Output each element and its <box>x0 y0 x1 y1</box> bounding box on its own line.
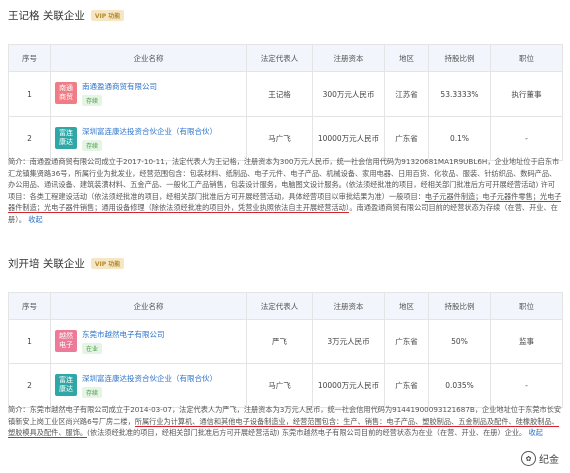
region-cell: 广东省 <box>384 363 429 408</box>
col-header-share: 持股比例 <box>428 44 491 72</box>
company-logo: 南通 商贸 <box>55 82 77 104</box>
company-name-link[interactable]: 东莞市越然电子有限公司 <box>82 330 165 340</box>
col-header-position: 职位 <box>490 292 563 320</box>
section1-table: 序号 企业名称 法定代表人 注册资本 地区 持股比例 职位 1 南通 商贸 南通… <box>8 44 563 161</box>
table-row: 2 富连 康达 深圳富连康达投资合伙企业（有限合伙） 存续 马广飞 10000万… <box>8 363 563 408</box>
col-header-rep: 法定代表人 <box>246 292 313 320</box>
col-header-region: 地区 <box>384 292 429 320</box>
section2-title: 刘开培 关联企业 <box>8 258 85 270</box>
section1-title: 王记格 关联企业 <box>8 10 85 22</box>
company-cell: 富连 康达 深圳富连康达投资合伙企业（有限合伙） 存续 <box>50 116 247 161</box>
row-index: 1 <box>8 71 51 117</box>
company-logo: 越然 电子 <box>55 329 77 352</box>
table-header-row: 序号 企业名称 法定代表人 注册资本 地区 持股比例 职位 <box>8 292 563 320</box>
col-header-capital: 注册资本 <box>312 44 385 72</box>
vip-label: VIP 功能 <box>94 13 121 20</box>
row-index: 2 <box>8 363 51 408</box>
legal-rep-link[interactable]: 王记格 <box>246 71 313 117</box>
company-name-link[interactable]: 南通盈通商贸有限公司 <box>82 82 157 92</box>
col-header-position: 职位 <box>490 44 563 72</box>
collapse-link[interactable]: 收起 <box>529 428 543 437</box>
company-name-link[interactable]: 深圳富连康达投资合伙企业（有限合伙） <box>82 374 217 384</box>
table-row: 1 南通 商贸 南通盈通商贸有限公司 存续 王记格 300万元人民币 江苏省 5… <box>8 71 563 117</box>
share-cell: 0.035% <box>428 363 491 408</box>
watermark: ✿ 纪金 <box>518 450 562 467</box>
capital-cell: 3万元人民币 <box>312 319 385 364</box>
position-cell: 监事 <box>490 319 563 364</box>
col-header-share: 持股比例 <box>428 292 491 320</box>
share-cell: 50% <box>428 319 491 364</box>
col-header-index: 序号 <box>8 44 51 72</box>
legal-rep-link[interactable]: 严飞 <box>246 319 313 364</box>
company-cell: 富连 康达 深圳富连康达投资合伙企业（有限合伙） 存续 <box>50 363 247 408</box>
collapse-link[interactable]: 收起 <box>28 215 42 224</box>
col-header-region: 地区 <box>384 44 429 72</box>
capital-cell: 300万元人民币 <box>312 71 385 117</box>
company-name-link[interactable]: 深圳富连康达投资合伙企业（有限合伙） <box>82 127 217 137</box>
legal-rep-link[interactable]: 马广飞 <box>246 116 313 161</box>
description-text-end: (依法须经批准的项目，经相关部门批准后方可开展经营活动) 东莞市越然电子有限公司… <box>87 428 527 437</box>
capital-cell: 10000万元人民币 <box>312 363 385 408</box>
position-cell: 执行董事 <box>490 71 563 117</box>
company-cell: 南通 商贸 南通盈通商贸有限公司 存续 <box>50 71 247 117</box>
position-cell: - <box>490 363 563 408</box>
vip-badge: VIP 功能 <box>90 258 125 269</box>
share-cell: 53.3333% <box>428 71 491 117</box>
wechat-icon: ✿ <box>521 451 536 466</box>
section1-header: 王记格 关联企业 VIP 功能 <box>8 8 125 23</box>
region-cell: 江苏省 <box>384 71 429 117</box>
row-index: 2 <box>8 116 51 161</box>
company-logo: 富连 康达 <box>55 373 77 396</box>
row-index: 1 <box>8 319 51 364</box>
status-badge: 存续 <box>82 139 103 151</box>
company-description: 简介：南通盈通商贸有限公司成立于2017-10-11，法定代表人为王记格，注册资… <box>8 156 562 225</box>
region-cell: 广东省 <box>384 116 429 161</box>
capital-cell: 10000万元人民币 <box>312 116 385 161</box>
company-logo: 富连 康达 <box>55 126 77 149</box>
section2-header: 刘开培 关联企业 VIP 功能 <box>8 256 125 271</box>
col-header-capital: 注册资本 <box>312 292 385 320</box>
watermark-text: 纪金 <box>539 455 559 466</box>
status-badge: 存续 <box>82 95 103 106</box>
vip-badge: VIP 功能 <box>90 10 125 21</box>
legal-rep-link[interactable]: 马广飞 <box>246 363 313 408</box>
region-cell: 广东省 <box>384 319 429 364</box>
company-description: 简介：东莞市越然电子有限公司成立于2014-03-07，法定代表人为严飞，注册资… <box>8 404 562 439</box>
vip-label: VIP 功能 <box>94 261 121 268</box>
col-header-company: 企业名称 <box>50 44 247 72</box>
table-row: 1 越然 电子 东莞市越然电子有限公司 在业 严飞 3万元人民币 广东省 50%… <box>8 319 563 364</box>
company-cell: 越然 电子 东莞市越然电子有限公司 在业 <box>50 319 247 364</box>
section2-table: 序号 企业名称 法定代表人 注册资本 地区 持股比例 职位 1 越然 电子 东莞… <box>8 292 563 408</box>
share-cell: 0.1% <box>428 116 491 161</box>
status-badge: 在业 <box>82 342 103 354</box>
table-row: 2 富连 康达 深圳富连康达投资合伙企业（有限合伙） 存续 马广飞 10000万… <box>8 116 563 161</box>
col-header-rep: 法定代表人 <box>246 44 313 72</box>
col-header-company: 企业名称 <box>50 292 247 320</box>
position-cell: - <box>490 116 563 161</box>
col-header-index: 序号 <box>8 292 51 320</box>
status-badge: 存续 <box>82 386 103 398</box>
table-header-row: 序号 企业名称 法定代表人 注册资本 地区 持股比例 职位 <box>8 44 563 72</box>
